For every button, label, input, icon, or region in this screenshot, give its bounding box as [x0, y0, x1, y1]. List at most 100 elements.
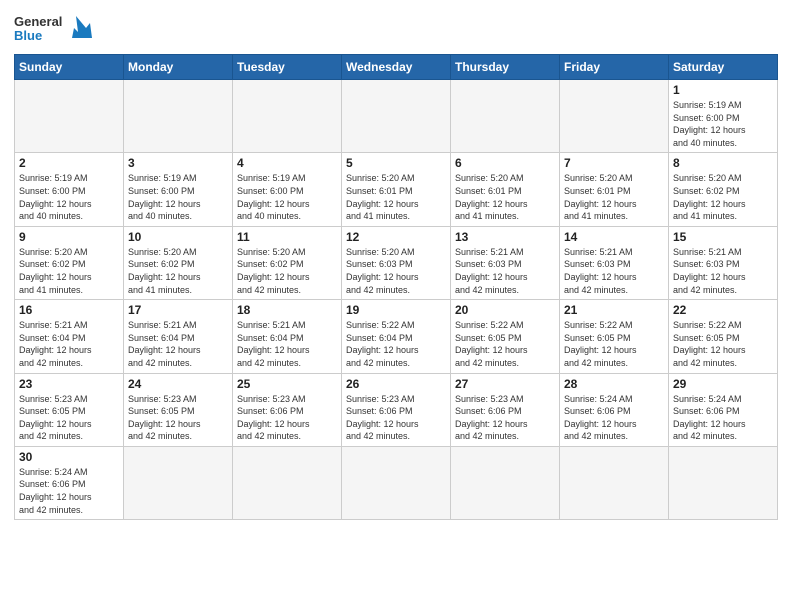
- day-cell: 29 Sunrise: 5:24 AM Sunset: 6:06 PM Dayli…: [669, 373, 778, 446]
- day-number: 5: [346, 156, 446, 170]
- day-number: 2: [19, 156, 119, 170]
- day-cell: 20Sunrise: 5:22 AM Sunset: 6:05 PM Dayli…: [451, 300, 560, 373]
- day-cell: 16 Sunrise: 5:21 AM Sunset: 6:04 PM Dayli…: [15, 300, 124, 373]
- week-row-2: 2 Sunrise: 5:19 AM Sunset: 6:00 PM Daylig…: [15, 153, 778, 226]
- day-info: Sunrise: 5:23 AM Sunset: 6:06 PM Dayligh…: [455, 393, 555, 443]
- logo: General Blue: [14, 10, 94, 48]
- day-number: 14: [564, 230, 664, 244]
- header-day-saturday: Saturday: [669, 55, 778, 80]
- day-cell: 11 Sunrise: 5:20 AM Sunset: 6:02 PM Dayli…: [233, 226, 342, 299]
- day-info: Sunrise: 5:22 AM Sunset: 6:05 PM Dayligh…: [455, 319, 555, 369]
- day-cell: 13Sunrise: 5:21 AM Sunset: 6:03 PM Dayli…: [451, 226, 560, 299]
- day-info: Sunrise: 5:20 AM Sunset: 6:01 PM Dayligh…: [455, 172, 555, 222]
- day-number: 4: [237, 156, 337, 170]
- day-cell: 9 Sunrise: 5:20 AM Sunset: 6:02 PM Daylig…: [15, 226, 124, 299]
- day-number: 1: [673, 83, 773, 97]
- day-number: 13: [455, 230, 555, 244]
- svg-text:General: General: [14, 14, 62, 29]
- day-number: 22: [673, 303, 773, 317]
- day-info: Sunrise: 5:22 AM Sunset: 6:05 PM Dayligh…: [673, 319, 773, 369]
- day-cell: 7 Sunrise: 5:20 AM Sunset: 6:01 PM Daylig…: [560, 153, 669, 226]
- day-cell: 30 Sunrise: 5:24 AM Sunset: 6:06 PM Dayli…: [15, 446, 124, 519]
- week-row-3: 9 Sunrise: 5:20 AM Sunset: 6:02 PM Daylig…: [15, 226, 778, 299]
- day-info: Sunrise: 5:19 AM Sunset: 6:00 PM Dayligh…: [673, 99, 773, 149]
- day-info: Sunrise: 5:20 AM Sunset: 6:03 PM Dayligh…: [346, 246, 446, 296]
- day-info: Sunrise: 5:20 AM Sunset: 6:02 PM Dayligh…: [19, 246, 119, 296]
- day-cell: 28 Sunrise: 5:24 AM Sunset: 6:06 PM Dayli…: [560, 373, 669, 446]
- day-number: 29: [673, 377, 773, 391]
- day-cell: 19 Sunrise: 5:22 AM Sunset: 6:04 PM Dayli…: [342, 300, 451, 373]
- day-info: Sunrise: 5:20 AM Sunset: 6:01 PM Dayligh…: [564, 172, 664, 222]
- day-cell: 10 Sunrise: 5:20 AM Sunset: 6:02 PM Dayli…: [124, 226, 233, 299]
- day-number: 16: [19, 303, 119, 317]
- day-cell: 3Sunrise: 5:19 AM Sunset: 6:00 PM Daylig…: [124, 153, 233, 226]
- day-cell: [451, 80, 560, 153]
- day-info: Sunrise: 5:19 AM Sunset: 6:00 PM Dayligh…: [237, 172, 337, 222]
- day-info: Sunrise: 5:19 AM Sunset: 6:00 PM Dayligh…: [19, 172, 119, 222]
- day-info: Sunrise: 5:24 AM Sunset: 6:06 PM Dayligh…: [19, 466, 119, 516]
- day-info: Sunrise: 5:20 AM Sunset: 6:02 PM Dayligh…: [673, 172, 773, 222]
- day-info: Sunrise: 5:23 AM Sunset: 6:06 PM Dayligh…: [346, 393, 446, 443]
- day-cell: 21 Sunrise: 5:22 AM Sunset: 6:05 PM Dayli…: [560, 300, 669, 373]
- day-cell: [342, 446, 451, 519]
- day-number: 21: [564, 303, 664, 317]
- day-number: 18: [237, 303, 337, 317]
- week-row-1: 1 Sunrise: 5:19 AM Sunset: 6:00 PM Daylig…: [15, 80, 778, 153]
- header: General Blue: [14, 10, 778, 48]
- day-info: Sunrise: 5:20 AM Sunset: 6:02 PM Dayligh…: [237, 246, 337, 296]
- day-cell: [342, 80, 451, 153]
- day-number: 23: [19, 377, 119, 391]
- day-info: Sunrise: 5:20 AM Sunset: 6:02 PM Dayligh…: [128, 246, 228, 296]
- day-number: 28: [564, 377, 664, 391]
- day-cell: 1 Sunrise: 5:19 AM Sunset: 6:00 PM Daylig…: [669, 80, 778, 153]
- day-number: 10: [128, 230, 228, 244]
- day-info: Sunrise: 5:21 AM Sunset: 6:04 PM Dayligh…: [19, 319, 119, 369]
- day-number: 24: [128, 377, 228, 391]
- day-info: Sunrise: 5:24 AM Sunset: 6:06 PM Dayligh…: [673, 393, 773, 443]
- day-info: Sunrise: 5:23 AM Sunset: 6:06 PM Dayligh…: [237, 393, 337, 443]
- day-cell: [560, 446, 669, 519]
- header-day-thursday: Thursday: [451, 55, 560, 80]
- day-cell: 4 Sunrise: 5:19 AM Sunset: 6:00 PM Daylig…: [233, 153, 342, 226]
- day-number: 19: [346, 303, 446, 317]
- day-number: 9: [19, 230, 119, 244]
- day-cell: [233, 80, 342, 153]
- day-cell: 17Sunrise: 5:21 AM Sunset: 6:04 PM Dayli…: [124, 300, 233, 373]
- day-cell: 25Sunrise: 5:23 AM Sunset: 6:06 PM Dayli…: [233, 373, 342, 446]
- day-cell: [124, 80, 233, 153]
- day-info: Sunrise: 5:20 AM Sunset: 6:01 PM Dayligh…: [346, 172, 446, 222]
- header-day-tuesday: Tuesday: [233, 55, 342, 80]
- day-info: Sunrise: 5:24 AM Sunset: 6:06 PM Dayligh…: [564, 393, 664, 443]
- day-number: 15: [673, 230, 773, 244]
- day-cell: 12 Sunrise: 5:20 AM Sunset: 6:03 PM Dayli…: [342, 226, 451, 299]
- day-info: Sunrise: 5:23 AM Sunset: 6:05 PM Dayligh…: [19, 393, 119, 443]
- day-cell: [233, 446, 342, 519]
- day-cell: [560, 80, 669, 153]
- day-cell: 27Sunrise: 5:23 AM Sunset: 6:06 PM Dayli…: [451, 373, 560, 446]
- day-info: Sunrise: 5:21 AM Sunset: 6:03 PM Dayligh…: [673, 246, 773, 296]
- day-cell: [124, 446, 233, 519]
- day-number: 7: [564, 156, 664, 170]
- day-cell: [451, 446, 560, 519]
- header-row: SundayMondayTuesdayWednesdayThursdayFrid…: [15, 55, 778, 80]
- header-day-friday: Friday: [560, 55, 669, 80]
- day-cell: 8 Sunrise: 5:20 AM Sunset: 6:02 PM Daylig…: [669, 153, 778, 226]
- day-number: 8: [673, 156, 773, 170]
- day-cell: 24Sunrise: 5:23 AM Sunset: 6:05 PM Dayli…: [124, 373, 233, 446]
- day-number: 30: [19, 450, 119, 464]
- day-info: Sunrise: 5:22 AM Sunset: 6:04 PM Dayligh…: [346, 319, 446, 369]
- day-number: 17: [128, 303, 228, 317]
- day-number: 12: [346, 230, 446, 244]
- day-info: Sunrise: 5:22 AM Sunset: 6:05 PM Dayligh…: [564, 319, 664, 369]
- day-cell: 22 Sunrise: 5:22 AM Sunset: 6:05 PM Dayli…: [669, 300, 778, 373]
- logo-svg: General Blue: [14, 10, 94, 48]
- calendar-table: SundayMondayTuesdayWednesdayThursdayFrid…: [14, 54, 778, 520]
- svg-text:Blue: Blue: [14, 28, 42, 43]
- day-info: Sunrise: 5:21 AM Sunset: 6:04 PM Dayligh…: [237, 319, 337, 369]
- day-info: Sunrise: 5:21 AM Sunset: 6:03 PM Dayligh…: [564, 246, 664, 296]
- day-cell: 15 Sunrise: 5:21 AM Sunset: 6:03 PM Dayli…: [669, 226, 778, 299]
- day-number: 11: [237, 230, 337, 244]
- day-cell: 14 Sunrise: 5:21 AM Sunset: 6:03 PM Dayli…: [560, 226, 669, 299]
- day-cell: 23 Sunrise: 5:23 AM Sunset: 6:05 PM Dayli…: [15, 373, 124, 446]
- day-cell: 6Sunrise: 5:20 AM Sunset: 6:01 PM Daylig…: [451, 153, 560, 226]
